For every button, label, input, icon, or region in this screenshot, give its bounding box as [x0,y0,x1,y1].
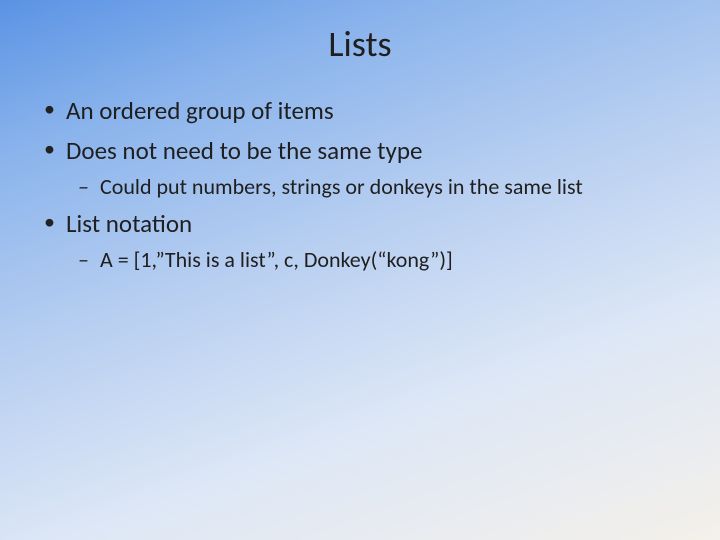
sub-list-item-text: A = [1,”This is a list”, c, Donkey(“kong… [100,246,453,273]
list-item: List notation A = [1,”This is a list”, c… [66,207,682,274]
bullet-list: An ordered group of items Does not need … [38,94,682,275]
list-item: An ordered group of items [66,94,682,128]
slide-title: Lists [38,22,682,66]
sub-list: Could put numbers, strings or donkeys in… [66,172,682,202]
sub-list-item: Could put numbers, strings or donkeys in… [100,172,682,202]
slide: Lists An ordered group of items Does not… [0,0,720,540]
sub-list-item-text: Could put numbers, strings or donkeys in… [100,173,583,200]
list-item: Does not need to be the same type Could … [66,134,682,201]
list-item-text: List notation [66,208,192,239]
list-item-text: Does not need to be the same type [66,135,422,166]
sub-list-item: A = [1,”This is a list”, c, Donkey(“kong… [100,245,682,275]
list-item-text: An ordered group of items [66,95,334,126]
sub-list: A = [1,”This is a list”, c, Donkey(“kong… [66,245,682,275]
